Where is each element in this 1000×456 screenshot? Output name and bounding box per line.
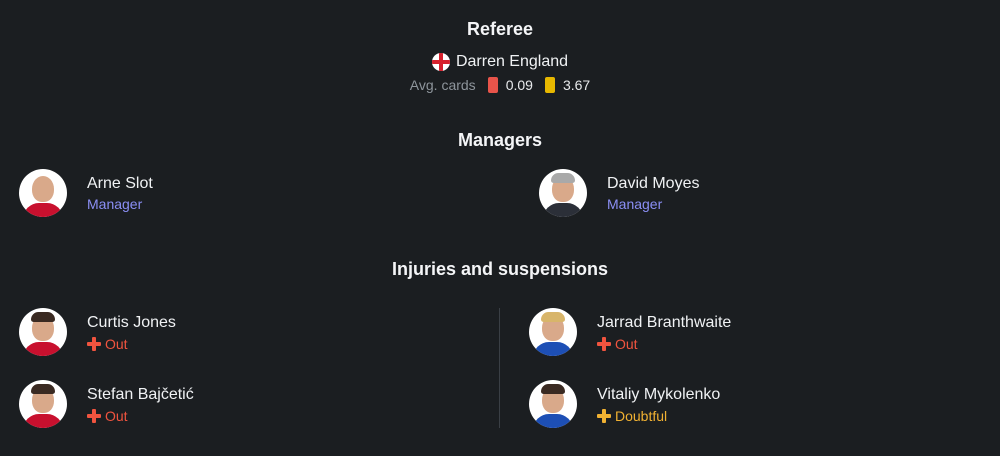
player-name: Stefan Bajčetić [87,385,194,403]
manager-role: Manager [87,196,143,212]
player-name: Jarrad Branthwaite [597,313,732,331]
referee-avg-cards: Avg. cards 0.09 3.67 [0,77,1000,93]
injured-player-row[interactable]: Jarrad Branthwaite Out [529,308,731,356]
yellow-card-icon [544,77,555,93]
avg-cards-label: Avg. cards [409,77,476,93]
status-label: Out [105,407,128,424]
player-avatar [19,380,67,428]
medical-cross-icon [87,408,101,423]
manager-away[interactable]: David Moyes Manager [539,169,699,217]
column-divider [499,308,500,428]
injuries-title: Injuries and suspensions [391,259,609,279]
player-name: Curtis Jones [87,313,176,331]
injury-status: Doubtful [597,408,720,424]
manager-role: Manager [607,196,663,212]
injured-player-row[interactable]: Stefan Bajčetić Out [19,380,194,428]
referee-title: Referee [466,19,534,39]
manager-name: David Moyes [607,175,700,192]
injured-player-row[interactable]: Vitaliy Mykolenko Doubtful [529,380,720,428]
status-label: Out [615,335,638,352]
injury-status: Out [597,336,731,352]
status-label: Doubtful [615,407,668,424]
referee-name: Darren England [455,53,569,70]
medical-cross-icon [87,336,101,351]
manager-avatar [539,169,587,217]
manager-avatar [19,169,67,217]
managers-title: Managers [457,130,543,150]
injured-player-row[interactable]: Curtis Jones Out [19,308,176,356]
red-card-icon [487,77,498,93]
manager-name: Arne Slot [87,175,153,192]
medical-cross-icon [597,408,611,423]
player-avatar [529,380,577,428]
player-avatar [529,308,577,356]
england-flag-icon [431,53,450,71]
status-label: Out [105,335,128,352]
player-name: Vitaliy Mykolenko [597,385,721,403]
red-card-average: 0.09 [505,77,533,93]
injury-status: Out [87,408,194,424]
medical-cross-icon [597,336,611,351]
referee-row[interactable]: Darren England [0,53,1000,71]
yellow-card-average: 3.67 [562,77,591,93]
manager-home[interactable]: Arne Slot Manager [19,169,153,217]
player-avatar [19,308,67,356]
injury-status: Out [87,336,176,352]
